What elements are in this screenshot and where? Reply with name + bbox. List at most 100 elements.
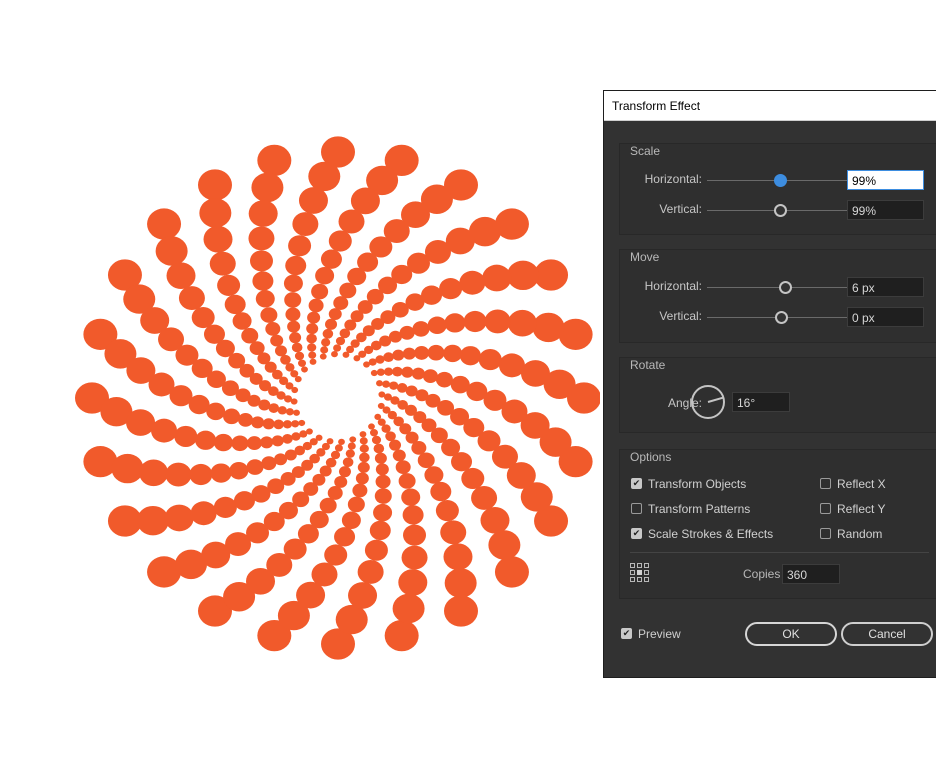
artwork-dot [277, 406, 287, 415]
dialog-title[interactable]: Transform Effect [604, 91, 936, 121]
artwork-dot [268, 403, 280, 413]
scale-vertical-slider-thumb[interactable] [774, 204, 787, 217]
artwork-dot [430, 481, 452, 502]
scale-horizontal-input[interactable]: 99% [847, 170, 924, 190]
artwork-dot [494, 556, 529, 588]
artwork-dot [376, 368, 385, 376]
artwork-dot [347, 496, 365, 513]
artwork-dot [270, 334, 284, 347]
artwork-dot [301, 366, 308, 373]
artwork-dot [155, 236, 188, 266]
move-horizontal-input[interactable]: 6 px [847, 277, 924, 297]
artwork-dot [507, 309, 537, 337]
artwork-dot [399, 325, 415, 340]
scale-vertical-input[interactable]: 99% [847, 200, 924, 220]
artwork-dot [111, 453, 144, 484]
artwork-dot [307, 343, 317, 352]
artwork-dot [136, 505, 169, 536]
artwork-dot [274, 345, 287, 357]
artwork-dot [348, 582, 378, 609]
preview-label[interactable]: Preview [638, 627, 681, 641]
reflect-y-checkbox[interactable] [820, 503, 831, 514]
transform-patterns-label[interactable]: Transform Patterns [648, 502, 750, 516]
copies-input[interactable]: 360 [782, 564, 840, 584]
artwork-dot [532, 312, 565, 343]
artwork-dot [261, 456, 277, 471]
artwork-dot [443, 543, 473, 571]
artwork-dot [285, 408, 294, 416]
artwork-dot [378, 391, 386, 398]
random-checkbox[interactable] [820, 528, 831, 539]
artwork-dot [288, 235, 312, 257]
scale-strokes-label[interactable]: Scale Strokes & Effects [648, 527, 773, 541]
scale-strokes-checkbox[interactable]: ✔ [631, 528, 642, 539]
artwork-dot [338, 209, 365, 234]
artwork-dot [327, 486, 343, 500]
reflect-x-label[interactable]: Reflect X [837, 477, 886, 491]
artwork-dot [385, 431, 396, 442]
artwork-dot [384, 619, 419, 652]
artwork-dot [377, 402, 385, 410]
artwork-dot [166, 262, 196, 290]
artwork-dot [328, 308, 342, 321]
move-vertical-input[interactable]: 0 px [847, 307, 924, 327]
artwork-dot [374, 413, 382, 421]
artwork-dot [357, 560, 384, 584]
scale-group-title: Scale [630, 144, 661, 158]
artwork-dot [342, 351, 350, 358]
reflect-y-label[interactable]: Reflect Y [837, 502, 885, 516]
options-divider [630, 552, 929, 553]
artwork-dot [412, 321, 430, 337]
artwork-dot [417, 452, 435, 469]
options-group-title: Options [630, 450, 672, 464]
reflect-x-checkbox[interactable] [820, 478, 831, 489]
artwork-dot [427, 344, 445, 361]
transform-objects-checkbox[interactable]: ✔ [631, 478, 642, 489]
artwork-dot [287, 320, 301, 333]
artwork-dot [191, 306, 215, 329]
move-horizontal-slider-thumb[interactable] [779, 281, 792, 294]
artwork-dot [339, 282, 357, 299]
artwork-dot [284, 292, 302, 308]
rotate-group-title: Rotate [630, 358, 666, 372]
artwork-dot [335, 336, 346, 346]
scale-group: Scale Horizontal: 99% Vertical: 99% [619, 143, 936, 235]
artwork-dot [320, 346, 329, 354]
preview-checkbox[interactable]: ✔ [621, 628, 632, 639]
artwork-dot [139, 459, 169, 487]
artwork-dot [178, 286, 205, 311]
artwork-dot [285, 307, 301, 322]
artwork-dot [424, 466, 444, 484]
artwork-dot [322, 328, 334, 339]
artwork-dot [249, 250, 273, 272]
artwork-dot [320, 249, 342, 269]
artwork-dot [342, 457, 354, 468]
artwork-dot [238, 412, 254, 427]
artwork-dot [444, 595, 478, 627]
artwork-dot [298, 419, 306, 427]
move-vertical-slider-thumb[interactable] [775, 311, 788, 324]
artwork-dot [229, 461, 249, 480]
scale-horizontal-slider-thumb[interactable] [774, 174, 787, 187]
artwork-dot [147, 208, 182, 240]
rotate-angle-input[interactable]: 16° [732, 392, 790, 412]
reference-point-icon[interactable] [630, 563, 650, 583]
artwork-dot [370, 369, 378, 377]
artwork-dot [382, 380, 391, 388]
artwork-dot [480, 506, 510, 534]
cancel-button[interactable]: Cancel [841, 622, 933, 646]
artwork-dot [353, 355, 361, 362]
artwork-dot [376, 380, 383, 387]
artwork-dot [282, 433, 293, 444]
rotate-group: Rotate Angle: 16° [619, 357, 936, 433]
angle-dial[interactable] [690, 384, 726, 420]
transform-objects-label[interactable]: Transform Objects [648, 477, 746, 491]
artwork-dot [371, 435, 382, 445]
random-label[interactable]: Random [837, 527, 882, 541]
artwork-dot [251, 416, 265, 429]
ok-button[interactable]: OK [745, 622, 837, 646]
transform-patterns-checkbox[interactable] [631, 503, 642, 514]
artwork-dot [359, 431, 367, 438]
artwork-dot [427, 316, 447, 335]
artwork-dot [334, 475, 348, 488]
